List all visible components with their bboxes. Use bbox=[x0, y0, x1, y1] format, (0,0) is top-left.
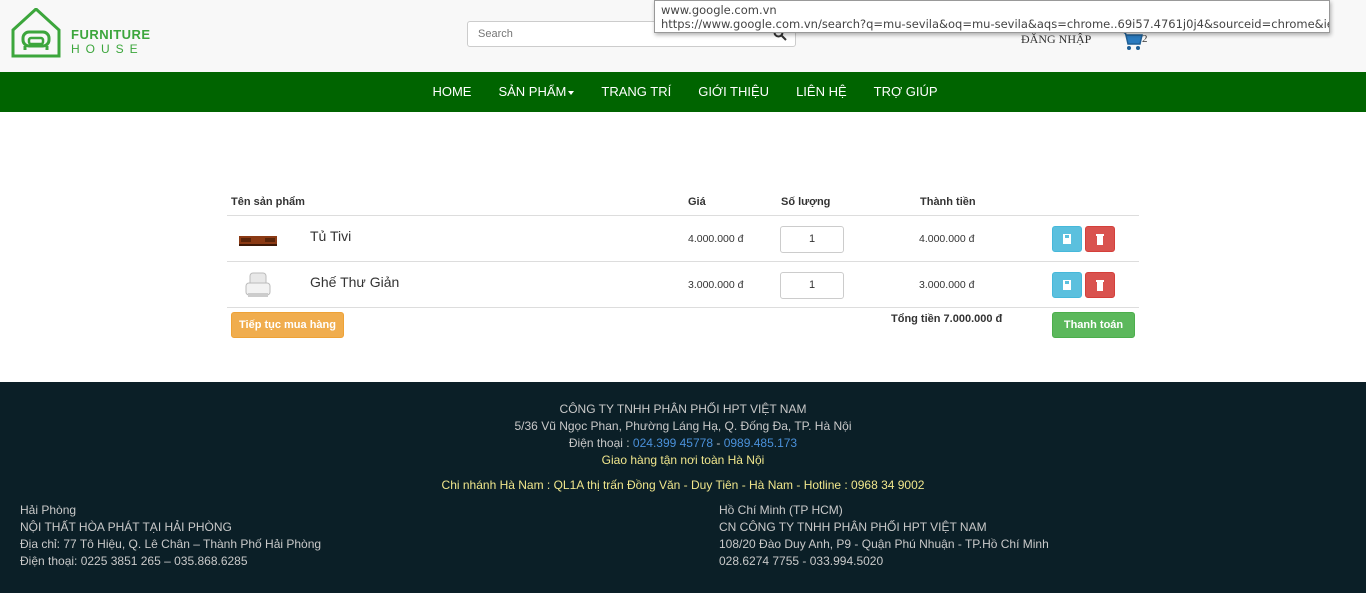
armchair-image bbox=[245, 272, 271, 297]
nav-item-decor[interactable]: TRANG TRÍ bbox=[588, 72, 685, 112]
footer-company: CÔNG TY TNHH PHÂN PHỐI HPT VIỆT NAM bbox=[559, 402, 807, 416]
logo-text-line2: HOUSE bbox=[71, 42, 144, 56]
logo-text-line1: FURNITURE bbox=[71, 27, 151, 42]
nav-item-contact[interactable]: LIÊN HỆ bbox=[783, 72, 861, 112]
save-icon bbox=[1063, 280, 1071, 290]
product-price: 4.000.000 đ bbox=[688, 233, 744, 245]
trash-icon bbox=[1096, 280, 1104, 291]
quantity-input[interactable]: 1 bbox=[780, 226, 844, 253]
phone-separator: - bbox=[716, 436, 721, 450]
nav-item-about[interactable]: GIỚI THIỆU bbox=[685, 72, 783, 112]
cart-total: Tổng tiền 7.000.000 đ bbox=[891, 313, 1003, 325]
trash-icon bbox=[1096, 234, 1104, 245]
caret-down-icon bbox=[568, 90, 575, 95]
phone-link-2[interactable]: 0989.485.173 bbox=[724, 436, 797, 450]
header-quantity: Số lượng bbox=[781, 196, 831, 208]
phone-label: Điện thoại : bbox=[568, 436, 630, 450]
header-price: Giá bbox=[688, 196, 706, 208]
footer-delivery: Giao hàng tận nơi toàn Hà Nội bbox=[601, 453, 765, 467]
update-button[interactable] bbox=[1052, 226, 1082, 252]
header: FURNITURE HOUSE ĐĂNG NHẬP 2 www.google.c… bbox=[0, 0, 1366, 72]
tv-cabinet-image bbox=[239, 236, 277, 246]
main-nav: HOME SẢN PHẨM TRANG TRÍ GIỚI THIỆU LIÊN … bbox=[0, 72, 1366, 112]
login-link[interactable]: ĐĂNG NHẬP bbox=[1021, 32, 1091, 47]
nav-item-help[interactable]: TRỢ GIÚP bbox=[860, 72, 951, 112]
sofa-house-icon bbox=[11, 6, 61, 58]
update-button[interactable] bbox=[1052, 272, 1082, 298]
table-row: Tủ Tivi 4.000.000 đ 1 4.000.000 đ bbox=[227, 215, 1139, 261]
footer-branch: Chi nhánh Hà Nam : QL1A thị trấn Đồng Vă… bbox=[441, 478, 925, 492]
delete-button[interactable] bbox=[1085, 226, 1115, 252]
tooltip-url: https://www.google.com.vn/search?q=mu-se… bbox=[661, 17, 1330, 31]
url-tooltip: www.google.com.vn https://www.google.com… bbox=[654, 0, 1330, 33]
footer-right-phone: 028.6274 7755 - 033.994.5020 bbox=[719, 554, 884, 568]
continue-shopping-button[interactable]: Tiếp tục mua hàng bbox=[231, 312, 344, 338]
product-price: 3.000.000 đ bbox=[688, 279, 744, 291]
product-name[interactable]: Ghế Thư Giản bbox=[310, 274, 399, 290]
footer-left-name: NỘI THẤT HÒA PHÁT TẠI HẢI PHÒNG bbox=[20, 520, 232, 534]
nav-item-products[interactable]: SẢN PHẨM bbox=[485, 72, 588, 112]
footer-left-phone: Điện thoại: 0225 3851 265 – 035.868.6285 bbox=[20, 554, 248, 568]
header-subtotal: Thành tiền bbox=[920, 196, 976, 208]
product-subtotal: 3.000.000 đ bbox=[919, 279, 975, 291]
phone-link-1[interactable]: 024.399 45778 bbox=[633, 436, 713, 450]
nav-item-products-label: SẢN PHẨM bbox=[498, 84, 567, 99]
checkout-button[interactable]: Thanh toán bbox=[1052, 312, 1135, 338]
footer-left-city: Hải Phòng bbox=[20, 503, 77, 517]
footer-address: 5/36 Vũ Ngọc Phan, Phường Láng Hạ, Q. Đố… bbox=[514, 419, 852, 433]
site-logo[interactable]: FURNITURE HOUSE bbox=[11, 6, 161, 58]
tooltip-domain: www.google.com.vn bbox=[661, 3, 777, 17]
product-name[interactable]: Tủ Tivi bbox=[310, 228, 351, 244]
header-product-name: Tên sản phẩm bbox=[231, 196, 305, 208]
save-icon bbox=[1063, 234, 1071, 244]
nav-item-home[interactable]: HOME bbox=[419, 72, 485, 112]
table-divider bbox=[227, 307, 1139, 308]
quantity-input[interactable]: 1 bbox=[780, 272, 844, 299]
footer-right-name: CN CÔNG TY TNHH PHÂN PHỐI HPT VIỆT NAM bbox=[719, 520, 987, 534]
footer-phone: Điện thoại : 024.399 45778 - 0989.485.17… bbox=[0, 435, 1366, 452]
footer-right-city: Hồ Chí Minh (TP HCM) bbox=[719, 503, 843, 517]
footer-left-address: Địa chỉ: 77 Tô Hiệu, Q. Lê Chân – Thành … bbox=[20, 537, 322, 551]
table-row: Ghế Thư Giản 3.000.000 đ 1 3.000.000 đ bbox=[227, 261, 1139, 307]
product-subtotal: 4.000.000 đ bbox=[919, 233, 975, 245]
footer-right-address: 108/20 Đào Duy Anh, P9 - Quận Phú Nhuận … bbox=[719, 537, 1049, 551]
delete-button[interactable] bbox=[1085, 272, 1115, 298]
cart-count: 2 bbox=[1142, 33, 1148, 45]
footer: CÔNG TY TNHH PHÂN PHỐI HPT VIỆT NAM 5/36… bbox=[0, 382, 1366, 593]
